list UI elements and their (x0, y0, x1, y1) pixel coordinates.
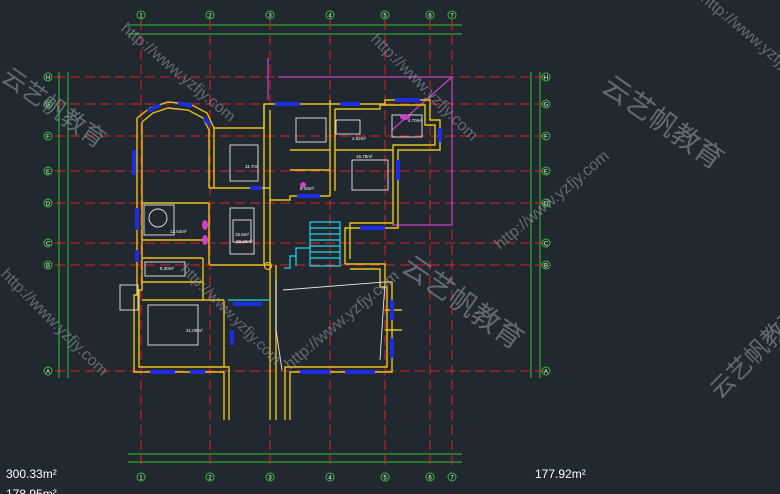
grid-bubble-bottom: 1 (136, 472, 146, 482)
grid-bubble-left: B (43, 260, 53, 270)
grid-bubble-right: G (541, 99, 551, 109)
area-left-readout: 300.33m² (6, 467, 57, 481)
watermark-brand: 云艺帆教育 (0, 63, 110, 154)
room-area-label: 4.70m² (408, 118, 423, 123)
watermark-url: http://www.yzfjy.com (367, 31, 481, 145)
grid-bubble-right: F (541, 131, 551, 141)
room-area-label: 15.5m² (235, 232, 250, 237)
svg-text:C: C (544, 242, 549, 248)
grid-bubble-bottom: 5 (380, 472, 390, 482)
svg-text:D: D (46, 202, 51, 208)
window-segment (147, 103, 161, 113)
svg-text:F: F (46, 135, 50, 141)
watermark-url: http://www.yzfjy.com (492, 148, 613, 253)
grid-bubble-right: H (541, 72, 551, 82)
grid-bubble-bottom: 6 (425, 472, 435, 482)
grid-bubble-top: 1 (136, 10, 146, 20)
grid-bubbles-right: HGFEDCBA (541, 72, 551, 376)
grid-bubble-top: 3 (265, 10, 275, 20)
svg-text:H: H (544, 76, 548, 82)
svg-text:C: C (46, 242, 51, 248)
area-partial-readout: 178.95m² (6, 487, 57, 494)
grid-bubble-bottom: 2 (205, 472, 215, 482)
svg-text:F: F (544, 135, 548, 141)
grid-bubble-top: 5 (380, 10, 390, 20)
room-area-label: 29.20m² (236, 239, 253, 244)
watermark-url: http://www.yzfjy.com (177, 261, 284, 368)
grid-bubble-bottom: 3 (265, 472, 275, 482)
grid-bubble-left: C (43, 238, 53, 248)
watermark-url: http://www.yzfjy.com (0, 266, 111, 380)
floor-plan-drawing: 1234567 1234567 HGFEDCBA HGFEDCBA 11.7m²… (0, 0, 780, 482)
room-area-label: 13.64m² (170, 229, 187, 234)
grid-bubble-bottom: 4 (325, 472, 335, 482)
cad-viewport[interactable]: 1234567 1234567 HGFEDCBA HGFEDCBA 11.7m²… (0, 0, 780, 494)
room-area-label: 21.00m² (186, 328, 203, 333)
grid-bubble-left: D (43, 198, 53, 208)
grid-bubble-left: E (43, 166, 53, 176)
grid-bubble-right: C (541, 238, 551, 248)
area-right-readout: 177.92m² (535, 467, 586, 481)
grid-bubble-right: E (541, 166, 551, 176)
watermark-brand: 云艺帆教育 (705, 300, 780, 404)
room-area-label: 2.52m² (352, 136, 367, 141)
svg-text:B: B (46, 264, 50, 270)
walls (133, 99, 441, 420)
svg-text:B: B (544, 264, 548, 270)
axis-grid-lines (55, 20, 545, 470)
svg-text:G: G (544, 103, 549, 109)
svg-text:A: A (46, 370, 50, 376)
grid-bubbles-top: 1 2 3 4 5 6 7 (136, 10, 457, 20)
grid-bubble-top: 7 (447, 10, 457, 20)
grid-bubble-left: F (43, 131, 53, 141)
grid-bubble-top: 6 (425, 10, 435, 20)
svg-text:H: H (46, 76, 50, 82)
watermark-url: http://www.yzfjy.com (697, 0, 780, 95)
svg-text:E: E (544, 170, 548, 176)
grid-bubble-left: A (43, 366, 53, 376)
svg-text:E: E (46, 170, 50, 176)
grid-bubbles-bottom: 1 2 3 4 5 6 7 (136, 472, 457, 482)
grid-bubble-right: B (541, 260, 551, 270)
svg-text:A: A (544, 370, 548, 376)
grid-bubble-bottom: 7 (447, 472, 457, 482)
watermark-brand: 云艺帆教育 (597, 70, 729, 176)
windows (132, 98, 442, 374)
grid-bubble-left: H (43, 72, 53, 82)
grid-bubble-top: 4 (325, 10, 335, 20)
room-area-label: 5.30m² (160, 266, 175, 271)
grid-bubble-right: A (541, 366, 551, 376)
room-area-label: 6.18m² (300, 186, 315, 191)
grid-bubble-top: 2 (205, 10, 215, 20)
room-area-label: 11.7m² (245, 164, 259, 169)
room-area-label: 16.78m² (356, 154, 373, 159)
